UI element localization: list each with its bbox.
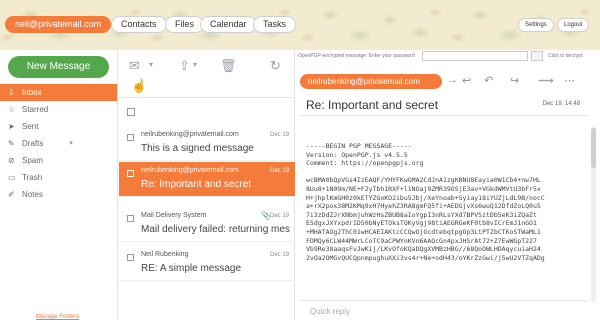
- pgp-prompt: OpenPGP-encrypted message: Enter your pa…: [298, 53, 415, 59]
- folder-drafts[interactable]: ✎ Drafts ▾: [0, 135, 117, 152]
- reply-all-icon[interactable]: ↶: [484, 74, 493, 87]
- folder-inbox[interactable]: ⇩ Inbox: [0, 84, 117, 101]
- pgp-submit-button[interactable]: [531, 51, 543, 61]
- scrollbar-thumb[interactable]: [591, 128, 596, 168]
- move-folder-icon[interactable]: ⇪: [179, 58, 190, 74]
- trash-icon: ▭: [8, 173, 16, 182]
- message-row[interactable]: Mail Delivery System 📎 Dec 19 Mail deliv…: [119, 207, 295, 242]
- settings-button[interactable]: Settings: [518, 18, 554, 32]
- nav-calendar[interactable]: Calendar: [200, 16, 257, 33]
- folder-label: Trash: [22, 173, 43, 182]
- manage-folders-link[interactable]: Manage Folders: [36, 314, 79, 320]
- refresh-icon[interactable]: ↻: [270, 58, 281, 74]
- message-checkbox[interactable]: [127, 134, 134, 141]
- reading-pane: OpenPGP-encrypted message: Enter your pa…: [296, 50, 600, 320]
- message-checkbox[interactable]: [127, 170, 134, 177]
- top-bar: neil@privatemail.com Contacts Files Cale…: [0, 0, 600, 50]
- folder-sent[interactable]: ➤ Sent: [0, 118, 117, 135]
- message-from: neilrubenking@privatemail.com: [141, 131, 239, 138]
- delete-icon[interactable]: 🗑: [220, 58, 237, 74]
- message-date: Dec 19, 14:48: [542, 101, 580, 107]
- forward-arrow-icon[interactable]: →: [447, 74, 458, 86]
- sender-badge[interactable]: neilrubenking@privatemail.com: [300, 74, 442, 89]
- message-checkbox[interactable]: [127, 254, 134, 261]
- message-date: Dec 19: [269, 168, 289, 174]
- folder-label: Sent: [22, 122, 39, 131]
- forward-icon[interactable]: ↪: [510, 74, 519, 87]
- message-subject: RE: A simple message: [141, 263, 242, 274]
- star-icon: ☆: [8, 105, 16, 114]
- message-from: neilrubenking@privatemail.com: [141, 167, 239, 174]
- drafts-icon: ✎: [8, 139, 15, 148]
- reply-icon[interactable]: ↩: [462, 74, 471, 87]
- message-date: Dec 19: [269, 132, 289, 138]
- account-button[interactable]: neil@privatemail.com: [5, 16, 112, 33]
- hand-cursor-icon: ☝: [131, 78, 148, 93]
- mark-read-icon[interactable]: ✉: [129, 58, 140, 74]
- redirect-icon[interactable]: ⟿: [538, 74, 554, 87]
- chevron-down-icon[interactable]: ▾: [69, 135, 73, 152]
- message-subject: This is a signed message: [141, 143, 254, 154]
- message-subject: Re: Important and secret: [141, 179, 252, 190]
- folder-label: Starred: [22, 105, 49, 114]
- message-from: Mail Delivery System: [141, 212, 207, 219]
- notes-icon: ✐: [8, 190, 15, 199]
- sidebar: New Message ⇩ Inbox ☆ Starred ➤ Sent ✎ D…: [0, 50, 118, 320]
- message-row[interactable]: neilrubenking@privatemail.com Dec 19 Thi…: [119, 126, 295, 161]
- sent-icon: ➤: [8, 122, 15, 131]
- message-from: Neil Rubenking: [141, 251, 189, 258]
- scrollbar[interactable]: [591, 126, 596, 302]
- pgp-message-body: -----BEGIN PGP MESSAGE----- Version: Ope…: [306, 142, 545, 262]
- chevron-down-icon[interactable]: ▾: [149, 60, 153, 69]
- spam-icon: ⊘: [8, 156, 15, 165]
- logout-button[interactable]: Logout: [557, 18, 590, 32]
- list-toolbar: ✉ ▾ ⇪ ▾ 🗑 ↻ ☝: [119, 50, 295, 98]
- new-message-button[interactable]: New Message: [8, 56, 109, 78]
- nav-tasks[interactable]: Tasks: [253, 16, 297, 33]
- more-options-icon[interactable]: ⋯: [564, 74, 575, 87]
- message-row[interactable]: Neil Rubenking Dec 19 RE: A simple messa…: [119, 246, 295, 281]
- folder-notes[interactable]: ✐ Notes: [0, 186, 117, 203]
- divider: [300, 115, 588, 116]
- message-date: Dec 19: [269, 213, 289, 219]
- nav-files[interactable]: Files: [165, 16, 205, 33]
- folder-label: Notes: [22, 190, 43, 199]
- folder-trash[interactable]: ▭ Trash: [0, 169, 117, 186]
- message-checkbox[interactable]: [127, 215, 134, 222]
- folder-list: ⇩ Inbox ☆ Starred ➤ Sent ✎ Drafts ▾ ⊘ Sp…: [0, 84, 117, 203]
- nav-contacts[interactable]: Contacts: [111, 16, 167, 33]
- folder-label: Inbox: [22, 88, 42, 97]
- chevron-down-icon[interactable]: ▾: [193, 60, 197, 69]
- message-subject: Mail delivery failed: returning mes: [141, 224, 290, 235]
- folder-label: Spam: [22, 156, 43, 165]
- quick-reply-field[interactable]: Quick reply: [300, 300, 588, 320]
- select-all-checkbox[interactable]: [127, 108, 135, 116]
- pgp-decrypt-hint: Click to decrypt.: [548, 53, 584, 59]
- inbox-icon: ⇩: [8, 88, 15, 97]
- folder-label: Drafts: [22, 139, 44, 148]
- folder-spam[interactable]: ⊘ Spam: [0, 152, 117, 169]
- message-row-selected[interactable]: neilrubenking@privatemail.com Dec 19 Re:…: [119, 162, 295, 197]
- pgp-password-input[interactable]: [422, 51, 528, 61]
- folder-starred[interactable]: ☆ Starred: [0, 101, 117, 118]
- message-subject-heading: Re: Important and secret: [306, 98, 439, 112]
- message-list: ✉ ▾ ⇪ ▾ 🗑 ↻ ☝ neilrubenking@privatemail.…: [119, 50, 295, 320]
- message-date: Dec 19: [269, 252, 289, 258]
